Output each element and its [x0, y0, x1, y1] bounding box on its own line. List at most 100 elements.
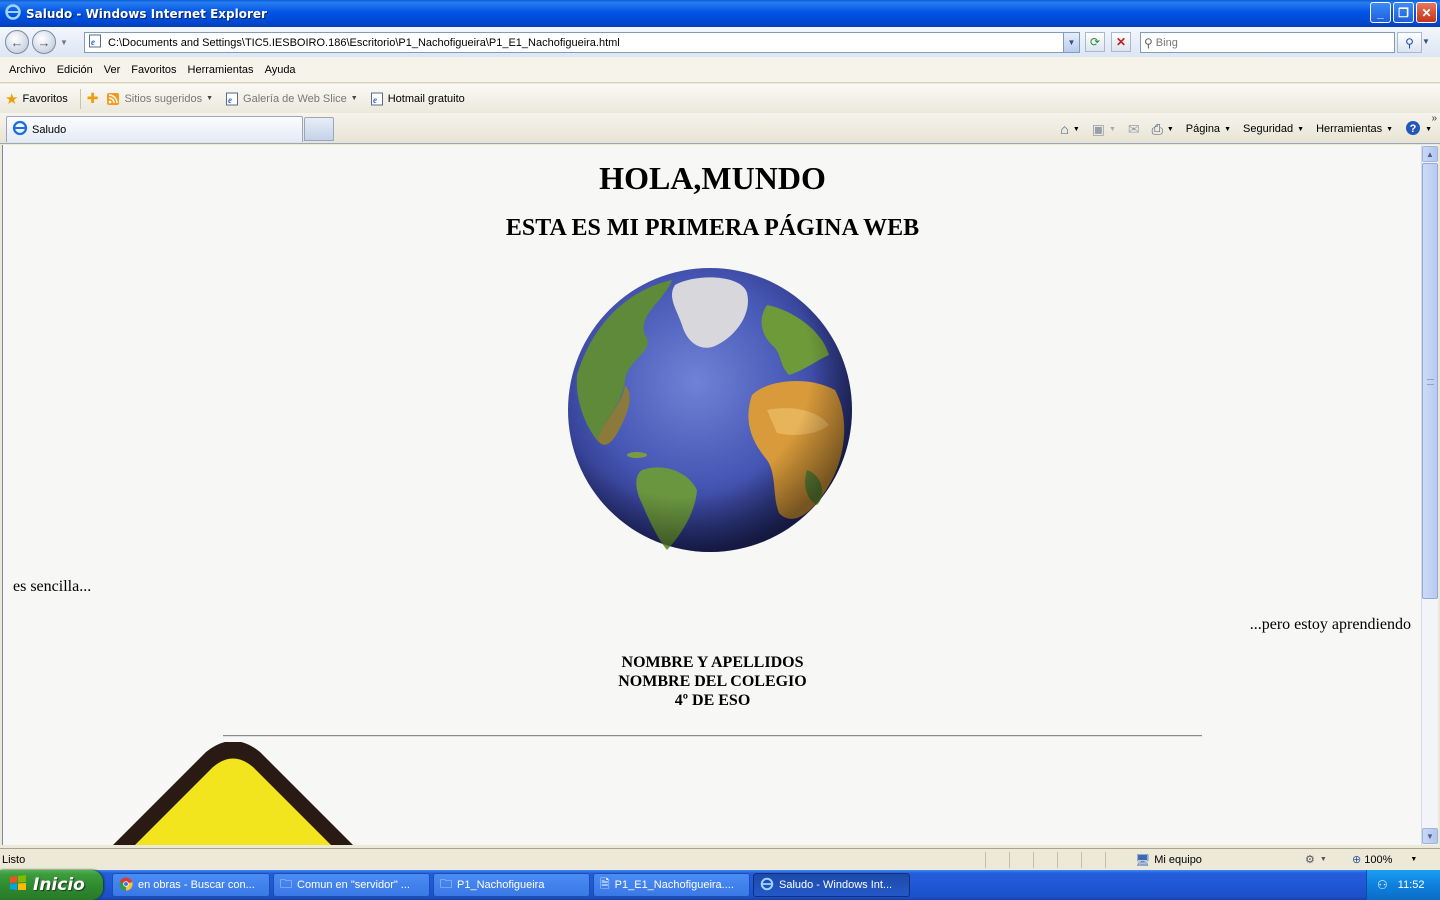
suggested-sites-label: Sitios sugeridos	[124, 92, 203, 105]
address-url[interactable]: C:\Documents and Settings\TIC5.IESBOIRO.…	[108, 37, 620, 49]
address-bar[interactable]: e C:\Documents and Settings\TIC5.IESBOIR…	[84, 32, 1080, 53]
clock[interactable]: 11:52	[1398, 879, 1425, 891]
taskbar-item-folder[interactable]: 🗀 P1_Nachofigueira	[433, 873, 590, 897]
status-panel	[1081, 852, 1105, 868]
security-menu[interactable]: Seguridad ▼	[1243, 123, 1304, 135]
student-info: NOMBRE Y APELLIDOS NOMBRE DEL COLEGIO 4º…	[3, 653, 1421, 710]
arrow-left-icon: ←	[10, 34, 24, 50]
taskbar: Inicio en obras - Buscar con... 🗀 Comun …	[0, 870, 1440, 900]
chevron-down-icon: ▼	[1224, 125, 1231, 133]
right-text: ...pero estoy aprendiendo	[1249, 616, 1411, 633]
window-title-bar[interactable]: Saludo - Windows Internet Explorer _ ❐ ✕	[0, 0, 1440, 27]
favorites-separator	[79, 88, 81, 109]
horizontal-rule	[223, 735, 1202, 737]
grade-line: 4º DE ESO	[674, 692, 751, 709]
status-panel	[1009, 852, 1033, 868]
feeds-button[interactable]: ▣ ▼	[1092, 121, 1116, 138]
svg-text:e: e	[373, 95, 377, 105]
close-button[interactable]: ✕	[1416, 2, 1437, 23]
tools-menu[interactable]: Herramientas ▼	[1316, 123, 1393, 135]
hotmail-link[interactable]: e Hotmail gratuito	[370, 92, 465, 106]
menu-ayuda[interactable]: Ayuda	[261, 64, 302, 76]
windows-flag-icon	[9, 874, 27, 896]
start-button[interactable]: Inicio	[0, 870, 103, 900]
minimize-button[interactable]: _	[1370, 2, 1391, 23]
restore-button[interactable]: ❐	[1393, 2, 1414, 23]
status-panels	[985, 852, 1129, 868]
chevron-down-icon: ▼	[1297, 125, 1305, 133]
stop-button[interactable]: ✕	[1111, 32, 1131, 52]
hotmail-label: Hotmail gratuito	[387, 92, 465, 105]
add-to-favorites-icon[interactable]: ✚	[87, 90, 99, 107]
taskbar-item-notepad[interactable]: 🗎 P1_E1_Nachofigueira....	[593, 873, 750, 897]
menu-favoritos[interactable]: Favoritos	[127, 64, 182, 76]
menu-archivo[interactable]: Archivo	[5, 64, 52, 76]
address-dropdown-icon[interactable]: ▼	[1063, 33, 1079, 52]
tab-saludo[interactable]: Saludo	[6, 116, 303, 142]
folder-icon: 🗀	[440, 876, 453, 891]
scroll-grip	[1427, 379, 1434, 385]
suggested-sites-link[interactable]: Sitios sugeridos ▼	[106, 92, 213, 106]
search-provider-icon: ⚲	[1144, 35, 1153, 50]
tools-menu-label: Herramientas	[1316, 123, 1383, 135]
taskbar-item-label: Saludo - Windows Int...	[779, 879, 893, 891]
ie-icon	[12, 120, 28, 139]
student-name-line: NOMBRE Y APELLIDOS	[621, 654, 804, 671]
taskbar-item-network-folder[interactable]: 🗀 Comun en "servidor" ...	[273, 873, 430, 897]
search-box[interactable]: ⚲	[1140, 32, 1395, 53]
web-slice-gallery-link[interactable]: e Galería de Web Slice ▼	[225, 92, 358, 106]
vertical-scrollbar[interactable]: ▲ ▼	[1421, 145, 1438, 845]
forward-button[interactable]: →	[32, 30, 56, 54]
taskbar-item-chrome[interactable]: en obras - Buscar con...	[112, 873, 270, 897]
home-icon: ⌂	[1060, 121, 1069, 137]
zoom-control[interactable]: ⊕ 100% ▼	[1352, 853, 1418, 867]
star-icon: ★	[5, 90, 19, 108]
network-icon[interactable]: ⚇	[1377, 878, 1388, 892]
page-icon: e	[88, 34, 102, 51]
new-tab-button[interactable]	[304, 117, 334, 141]
menu-herramientas[interactable]: Herramientas	[184, 64, 260, 76]
refresh-button[interactable]: ⟳	[1085, 32, 1105, 52]
print-button[interactable]: ⎙ ▼	[1152, 121, 1174, 138]
page-heading: HOLA,MUNDO	[599, 160, 826, 196]
search-options-dropdown-icon[interactable]: ▼	[1422, 37, 1430, 46]
earth-globe-image	[568, 268, 852, 552]
taskbar-item-ie[interactable]: Saludo - Windows Int...	[753, 873, 910, 897]
chevron-down-icon: ▼	[1410, 856, 1418, 863]
search-button[interactable]: ⚲	[1397, 32, 1422, 53]
toolbar-overflow-icon[interactable]: »	[1431, 113, 1437, 124]
favorites-bar: ★ Favoritos ✚ Sitios sugeridos ▼ e Galer…	[0, 84, 1440, 113]
page-menu-label: Página	[1185, 123, 1221, 135]
history-dropdown-icon[interactable]: ▼	[60, 38, 68, 47]
chevron-down-icon: ▼	[1072, 125, 1080, 133]
scroll-up-button[interactable]: ▲	[1422, 146, 1438, 162]
mail-button[interactable]: ✉	[1128, 121, 1140, 138]
favorites-label: Favoritos	[22, 92, 68, 105]
menu-ver[interactable]: Ver	[100, 64, 127, 76]
status-panel	[1033, 852, 1057, 868]
search-input[interactable]	[1155, 36, 1376, 49]
favorites-button[interactable]: ★ Favoritos	[5, 90, 68, 108]
zoom-icon: ⊕	[1352, 854, 1362, 866]
status-text: Listo	[2, 853, 26, 866]
chevron-down-icon: ▼	[1425, 125, 1432, 133]
help-button[interactable]: ? ▼	[1405, 120, 1432, 139]
status-panel	[1105, 852, 1129, 868]
scroll-down-button[interactable]: ▼	[1422, 828, 1438, 844]
menu-bar: Archivo Edición Ver Favoritos Herramient…	[0, 57, 1440, 83]
security-zone[interactable]: 🖥 Mi equipo	[1135, 853, 1202, 867]
taskbar-item-label: P1_Nachofigueira	[457, 879, 545, 891]
home-button[interactable]: ⌂ ▼	[1060, 121, 1079, 137]
status-panel	[1057, 852, 1081, 868]
menu-edicion[interactable]: Edición	[53, 64, 99, 76]
protected-mode-button[interactable]: ⚙ ▼	[1305, 853, 1327, 866]
page-viewport[interactable]: HOLA,MUNDO ESTA ES MI PRIMERA PÁGINA WEB	[2, 145, 1421, 845]
back-button[interactable]: ←	[5, 30, 29, 54]
taskbar-item-label: Comun en "servidor" ...	[297, 879, 410, 891]
notepad-icon: 🗎	[600, 876, 610, 891]
page-menu[interactable]: Página ▼	[1186, 123, 1231, 135]
school-name-line: NOMBRE DEL COLEGIO	[618, 673, 807, 690]
left-text: es sencilla...	[13, 578, 92, 595]
printer-icon: ⎙	[1151, 120, 1163, 137]
scroll-thumb[interactable]	[1422, 163, 1438, 599]
